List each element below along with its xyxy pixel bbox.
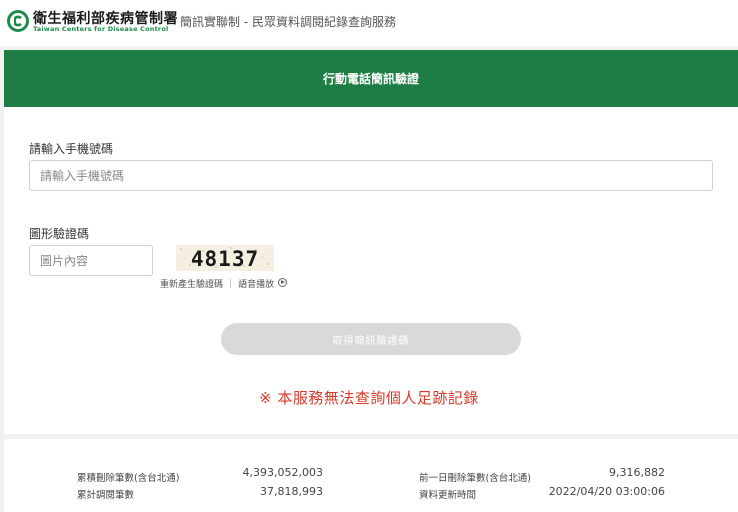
play-icon [277, 278, 287, 287]
cumulative-deleted-label: 累積刪除筆數(含台北通) [77, 473, 180, 484]
captcha-label: 圖形驗證碼 [29, 227, 90, 241]
captcha-image: 48137 [176, 245, 274, 271]
audio-captcha-link[interactable]: 語音播放 [238, 277, 287, 290]
get-sms-code-button[interactable]: 取得簡訊驗證碼 [221, 323, 521, 355]
site-header: 衛生福利部疾病管制署 Taiwan Centers for Disease Co… [0, 0, 738, 46]
phone-placeholder: 請輸入手機號碼 [40, 169, 125, 183]
service-title: 簡訊實聯制 - 民眾資料調閱紀錄查詢服務 [180, 15, 396, 29]
updated-time-value: 2022/04/20 03:00:06 [548, 485, 665, 498]
captcha-placeholder: 圖片內容 [40, 254, 89, 268]
cumulative-deleted-value: 4,393,052,003 [242, 466, 323, 479]
cumulative-viewed-value: 37,818,993 [260, 485, 323, 498]
phone-input[interactable]: 請輸入手機號碼 [29, 160, 713, 191]
audio-label: 語音播放 [238, 280, 275, 290]
cumulative-viewed-label: 累計調閱筆數 [77, 490, 135, 501]
captcha-code: 48137 [191, 247, 259, 271]
captcha-links: 重新產生驗證碼 | 語音播放 [160, 277, 287, 290]
prev-day-deleted-label: 前一日刪除筆數(含台北通) [419, 473, 531, 484]
prev-day-deleted-value: 9,316,882 [609, 466, 665, 479]
captcha-input[interactable]: 圖片內容 [29, 245, 153, 276]
verification-banner: 行動電話簡訊驗證 [4, 50, 738, 107]
banner-title: 行動電話簡訊驗證 [322, 72, 419, 86]
notice-text: ※ 本服務無法查詢個人足跡記錄 [259, 389, 479, 407]
cdc-logo-icon[interactable] [6, 9, 30, 33]
link-separator: | [229, 278, 233, 289]
logo-subtitle: Taiwan Centers for Disease Control [33, 25, 169, 33]
phone-label: 請輸入手機號碼 [29, 142, 114, 156]
regenerate-captcha-link[interactable]: 重新產生驗證碼 [160, 277, 223, 290]
updated-time-label: 資料更新時間 [419, 490, 477, 501]
